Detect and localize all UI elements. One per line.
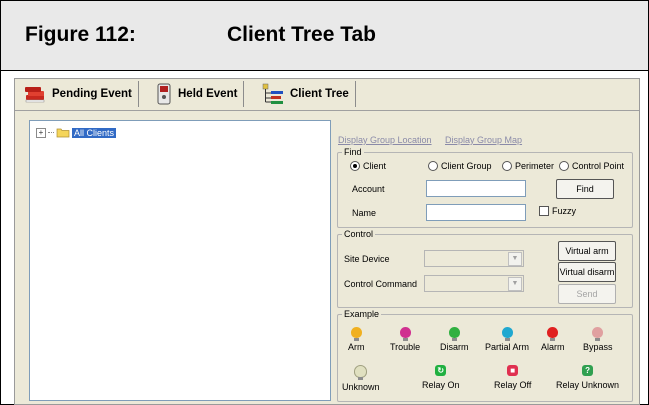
- example-trouble-label: Trouble: [390, 342, 421, 352]
- control-group-title: Control: [342, 229, 376, 239]
- example-relay-on: ↻ Relay On: [422, 365, 460, 390]
- control-command-label: Control Command: [344, 279, 418, 289]
- find-group: Find Client Client Group Perimeter Contr…: [337, 147, 633, 228]
- example-relay-on-label: Relay On: [422, 380, 460, 390]
- radio-client-group-label: Client Group: [441, 161, 492, 171]
- example-disarm-label: Disarm: [440, 342, 469, 352]
- radio-control-point[interactable]: Control Point: [559, 161, 624, 171]
- display-group-map-link[interactable]: Display Group Map: [445, 135, 522, 145]
- radio-selected-icon: [350, 161, 360, 171]
- dropdown-arrow-icon: ▼: [508, 277, 522, 291]
- app-window: Pending Event Held Event Client Tree + A…: [14, 78, 640, 405]
- bulb-icon: [448, 327, 460, 341]
- bulb-icon: [547, 327, 559, 341]
- client-tree-label: Client Tree: [290, 88, 349, 100]
- virtual-disarm-button[interactable]: Virtual disarm: [558, 262, 616, 282]
- radio-icon: [428, 161, 438, 171]
- figure-label: Figure 112:: [25, 23, 136, 46]
- example-relay-off-label: Relay Off: [494, 380, 532, 390]
- radio-perimeter-label: Perimeter: [515, 161, 555, 171]
- checkbox-icon: [539, 206, 549, 216]
- virtual-arm-button[interactable]: Virtual arm: [558, 241, 616, 261]
- example-trouble: Trouble: [390, 327, 420, 352]
- example-arm: Arm: [348, 327, 365, 352]
- relay-icon: ↻: [435, 365, 447, 376]
- toolbar: Pending Event Held Event Client Tree: [15, 79, 639, 109]
- radio-client[interactable]: Client: [350, 161, 386, 171]
- relay-icon: ?: [582, 365, 594, 376]
- bulb-icon: [501, 327, 513, 341]
- dropdown-arrow-icon: ▼: [508, 252, 522, 266]
- display-group-location-link[interactable]: Display Group Location: [338, 135, 432, 145]
- name-label: Name: [352, 208, 377, 218]
- radio-icon: [559, 161, 569, 171]
- example-group-title: Example: [342, 309, 382, 319]
- held-event-tab[interactable]: Held Event: [155, 81, 245, 107]
- example-disarm: Disarm: [440, 327, 469, 352]
- example-bypass-label: Bypass: [583, 342, 613, 352]
- fuzzy-label: Fuzzy: [552, 206, 577, 216]
- tree-connector: [48, 132, 54, 133]
- phone-icon: [157, 83, 171, 105]
- client-tree-tab[interactable]: Client Tree: [261, 81, 356, 107]
- example-unknown-label: Unknown: [342, 382, 380, 392]
- example-alarm: Alarm: [541, 327, 565, 352]
- radio-icon: [502, 161, 512, 171]
- example-partial-arm-label: Partial Arm: [485, 342, 530, 352]
- folder-icon: [56, 128, 70, 138]
- figure-header: Figure 112: Client Tree Tab: [1, 1, 648, 71]
- relay-icon: ■: [507, 365, 519, 376]
- control-command-select[interactable]: ▼: [424, 275, 524, 292]
- find-group-title: Find: [342, 147, 364, 157]
- tree-node-all-clients[interactable]: + All Clients: [36, 127, 117, 138]
- example-relay-unknown-label: Relay Unknown: [556, 380, 620, 390]
- tree-icon: [262, 83, 283, 104]
- example-relay-off: ■ Relay Off: [494, 365, 531, 390]
- account-input[interactable]: [426, 180, 526, 197]
- bulb-icon: [350, 327, 362, 341]
- example-partial-arm: Partial Arm: [485, 327, 529, 352]
- bulb-icon: [592, 327, 604, 341]
- figure-title: Client Tree Tab: [227, 23, 376, 46]
- send-button[interactable]: Send: [558, 284, 616, 304]
- held-event-label: Held Event: [178, 88, 238, 100]
- tree-node-label[interactable]: All Clients: [72, 127, 117, 138]
- toolbar-divider: [15, 110, 639, 111]
- radio-control-point-label: Control Point: [572, 161, 625, 171]
- expand-icon[interactable]: +: [36, 127, 46, 138]
- example-relay-unknown: ? Relay Unknown: [556, 365, 619, 390]
- fuzzy-checkbox[interactable]: Fuzzy: [539, 206, 576, 216]
- example-bypass: Bypass: [583, 327, 613, 352]
- example-arm-label: Arm: [348, 342, 365, 352]
- site-device-label: Site Device: [344, 254, 390, 264]
- bulb-icon: [399, 327, 411, 341]
- pending-event-label: Pending Event: [52, 88, 132, 100]
- example-alarm-label: Alarm: [541, 342, 565, 352]
- radio-perimeter[interactable]: Perimeter: [502, 161, 554, 171]
- pending-event-tab[interactable]: Pending Event: [23, 81, 139, 107]
- example-group: Example Arm Trouble Disarm Partial Arm A…: [337, 309, 633, 402]
- client-tree-panel: Display Group Location Display Group Map…: [335, 120, 635, 402]
- example-unknown: Unknown: [342, 365, 380, 392]
- radio-client-group[interactable]: Client Group: [428, 161, 492, 171]
- bulb-icon: [354, 365, 368, 380]
- account-label: Account: [352, 184, 385, 194]
- find-button[interactable]: Find: [556, 179, 614, 199]
- books-icon: [25, 87, 45, 103]
- client-tree-view[interactable]: + All Clients: [29, 120, 331, 401]
- control-group: Control Site Device ▼ Control Command ▼ …: [337, 229, 633, 308]
- site-device-select[interactable]: ▼: [424, 250, 524, 267]
- name-input[interactable]: [426, 204, 526, 221]
- radio-client-label: Client: [363, 161, 387, 171]
